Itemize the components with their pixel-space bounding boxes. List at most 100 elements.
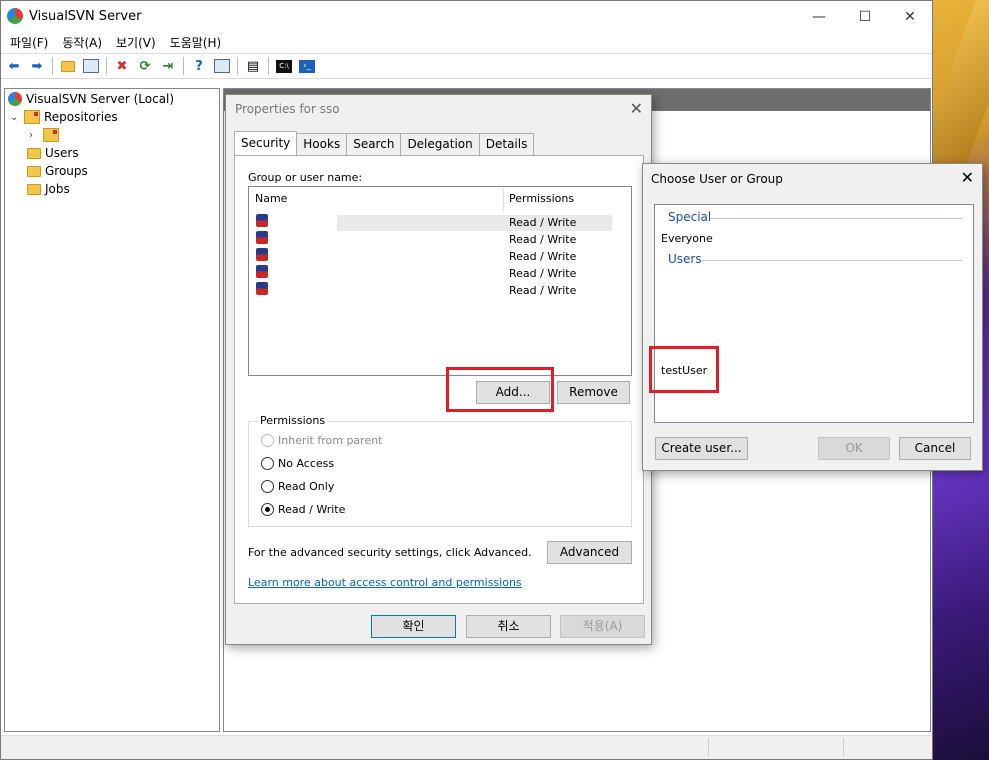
group-header-line [710, 218, 962, 219]
radio-label: Read Only [278, 480, 335, 493]
tree-item-repository[interactable]: › [29, 126, 59, 144]
toolbar-separator [237, 57, 238, 75]
tree-item-users[interactable]: Users [27, 144, 79, 162]
remove-button[interactable]: Remove [557, 381, 630, 404]
tree-item-groups[interactable]: Groups [27, 162, 88, 180]
row-permission[interactable]: Read / Write [509, 284, 576, 297]
properties-dialog-title: Properties for sso [235, 102, 340, 116]
radio-selected-icon [261, 503, 274, 516]
tree-item-server[interactable]: VisualSVN Server (Local) [8, 90, 174, 108]
toolbar-separator [106, 57, 107, 75]
toolbar-separator [183, 57, 184, 75]
radio-no-access[interactable]: No Access [261, 457, 334, 470]
menu-bar: 파일(F) 동작(A) 보기(V) 도움말(H) [1, 32, 932, 54]
user-icon [256, 231, 268, 244]
forward-arrow-icon[interactable]: ➡ [27, 56, 47, 76]
column-header-permissions[interactable]: Permissions [509, 192, 574, 205]
minimize-button[interactable]: — [804, 7, 834, 27]
export-icon[interactable]: ⇥ [158, 56, 178, 76]
tree-item-repositories[interactable]: ⌄ Repositories [10, 108, 118, 126]
delete-icon[interactable]: ✖ [112, 56, 132, 76]
navigation-tree: VisualSVN Server (Local) ⌄ Repositories … [4, 88, 220, 732]
folder-icon [27, 165, 41, 177]
folder-up-icon[interactable] [58, 56, 78, 76]
window-title: VisualSVN Server [29, 9, 142, 24]
pane-icon [83, 59, 99, 73]
status-cell [843, 738, 931, 756]
back-arrow-icon[interactable]: ⬅ [4, 56, 24, 76]
security-tab-body: Group or user name: Name Permissions Rea… [234, 155, 644, 604]
row-permission[interactable]: Read / Write [509, 250, 576, 263]
user-icon [256, 214, 268, 227]
repository-icon [43, 128, 59, 142]
radio-label: Inherit from parent [278, 434, 383, 447]
advanced-button[interactable]: Advanced [547, 541, 632, 564]
user-icon [256, 248, 268, 261]
tab-security[interactable]: Security [234, 131, 298, 155]
ps-icon: ›_ [299, 59, 315, 73]
tree-item-jobs[interactable]: Jobs [27, 180, 70, 198]
create-user-button[interactable]: Create user... [655, 437, 748, 460]
menu-help[interactable]: 도움말(H) [163, 32, 229, 53]
repositories-icon [24, 110, 40, 124]
radio-read-write[interactable]: Read / Write [261, 503, 345, 516]
column-separator [503, 189, 504, 211]
choose-dialog-title: Choose User or Group [651, 172, 783, 186]
status-bar [1, 735, 932, 759]
radio-inherit-from-parent[interactable]: Inherit from parent [261, 434, 383, 447]
tree-label-users: Users [45, 146, 79, 160]
tree-label-server: VisualSVN Server (Local) [26, 92, 175, 106]
folder-icon [61, 60, 75, 72]
choose-user-or-group-dialog: Choose User or Group ✕ Special Everyone … [642, 163, 983, 471]
group-or-user-label: Group or user name: [248, 171, 363, 184]
radio-read-only[interactable]: Read Only [261, 480, 334, 493]
command-prompt-icon[interactable]: C:\ [274, 56, 294, 76]
radio-icon [261, 457, 274, 470]
row-permission[interactable]: Read / Write [509, 216, 576, 229]
cancel-button[interactable]: 취소 [466, 615, 551, 638]
radio-icon [261, 434, 274, 447]
title-bar: VisualSVN Server — ☐ ✕ [1, 1, 932, 32]
toolbar-separator [268, 57, 269, 75]
user-permission-list[interactable]: Name Permissions Read / Write Read / Wri… [248, 186, 632, 376]
tab-details[interactable]: Details [478, 133, 535, 155]
powershell-icon[interactable]: ›_ [297, 56, 317, 76]
console-icon [214, 59, 230, 73]
close-icon[interactable]: ✕ [961, 168, 974, 187]
menu-view[interactable]: 보기(V) [109, 32, 163, 53]
help-icon[interactable]: ? [189, 56, 209, 76]
user-icon [256, 282, 268, 295]
show-hide-tree-icon[interactable] [81, 56, 101, 76]
properties-icon[interactable]: ▤ [243, 56, 263, 76]
tab-search[interactable]: Search [346, 133, 402, 155]
list-item-everyone[interactable]: Everyone [661, 232, 713, 245]
menu-action[interactable]: 동작(A) [55, 32, 109, 53]
learn-more-link[interactable]: Learn more about access control and perm… [248, 576, 522, 589]
terminal-icon: C:\ [276, 59, 292, 73]
folder-icon [27, 147, 41, 159]
maximize-button[interactable]: ☐ [850, 7, 880, 27]
menu-file[interactable]: 파일(F) [3, 32, 55, 53]
choose-cancel-button[interactable]: Cancel [899, 437, 971, 460]
row-permission[interactable]: Read / Write [509, 233, 576, 246]
add-button-highlight [446, 367, 554, 412]
close-icon[interactable]: ✕ [630, 99, 643, 118]
column-header-name[interactable]: Name [255, 192, 287, 205]
properties-dialog: Properties for sso ✕ Security Hooks Sear… [225, 94, 652, 645]
visualsvn-logo-icon [7, 8, 23, 24]
console-view-icon[interactable] [212, 56, 232, 76]
refresh-icon[interactable]: ⟳ [135, 56, 155, 76]
user-icon [256, 265, 268, 278]
tree-label-jobs: Jobs [45, 182, 70, 196]
chevron-down-icon[interactable]: ⌄ [10, 112, 20, 123]
choose-ok-button[interactable]: OK [818, 437, 890, 460]
advanced-description: For the advanced security settings, clic… [248, 546, 532, 559]
apply-button[interactable]: 적용(A) [560, 615, 645, 638]
status-cell [708, 738, 843, 756]
tab-delegation[interactable]: Delegation [400, 133, 480, 155]
row-permission[interactable]: Read / Write [509, 267, 576, 280]
ok-button[interactable]: 확인 [371, 615, 456, 638]
tab-hooks[interactable]: Hooks [296, 133, 348, 155]
chevron-right-icon[interactable]: › [29, 130, 39, 141]
close-button[interactable]: ✕ [895, 7, 925, 27]
